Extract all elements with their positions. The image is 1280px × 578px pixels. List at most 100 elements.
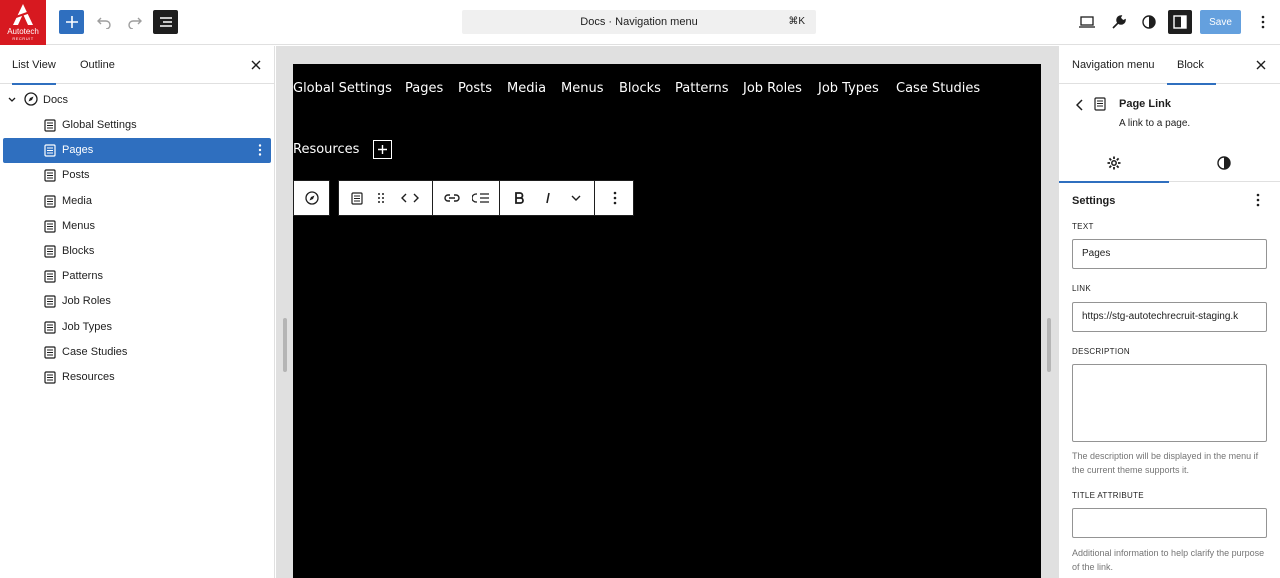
text-input[interactable]: Pages xyxy=(1072,239,1267,269)
settings-panel-title[interactable]: Settings xyxy=(1072,195,1115,207)
plus-icon xyxy=(378,145,387,154)
logo-brand-text: Autotech xyxy=(7,27,39,36)
view-button[interactable] xyxy=(1075,10,1099,34)
link-field-label: Link xyxy=(1072,284,1091,293)
tree-root-docs[interactable]: Docs xyxy=(0,88,275,112)
chevron-down-icon xyxy=(571,195,581,201)
tree-item-blocks[interactable]: Blocks xyxy=(3,239,271,264)
settings-sidebar: Navigation menu Block Page Link A link t… xyxy=(1058,46,1280,578)
tree-item-label: Menus xyxy=(62,219,96,232)
bold-button[interactable] xyxy=(504,181,534,215)
close-icon[interactable] xyxy=(248,57,264,73)
title-attribute-field-label: Title Attribute xyxy=(1072,491,1144,500)
tree-item-job-types[interactable]: Job Types xyxy=(3,315,271,340)
tree-item-media[interactable]: Media xyxy=(3,189,271,214)
block-card: Page Link A link to a page. xyxy=(1059,84,1280,132)
tab-list-view[interactable]: List View xyxy=(12,46,56,85)
resize-handle-left[interactable] xyxy=(283,318,287,372)
tree-item-pages[interactable]: Pages xyxy=(3,138,271,164)
tab-styles[interactable] xyxy=(1169,144,1279,182)
nav-link-job-roles[interactable]: Job Roles xyxy=(743,81,802,96)
tab-block[interactable]: Block xyxy=(1167,46,1216,85)
block-card-title: Page Link xyxy=(1119,98,1171,110)
redo-button[interactable] xyxy=(122,10,147,34)
tree-item-label: Blocks xyxy=(62,245,95,257)
site-logo[interactable]: Autotech RECRUIT xyxy=(0,0,46,45)
nav-link-media[interactable]: Media xyxy=(507,81,546,96)
drag-handle[interactable] xyxy=(366,181,396,215)
add-submenu-button[interactable] xyxy=(466,181,496,215)
page-icon xyxy=(44,169,56,182)
styles-button[interactable] xyxy=(1137,10,1161,34)
block-options-button[interactable] xyxy=(600,181,630,215)
tree-item-case-studies[interactable]: Case Studies xyxy=(3,340,271,365)
more-vertical-icon[interactable] xyxy=(253,143,267,157)
nav-link-case-studies[interactable]: Case Studies xyxy=(896,81,980,96)
nav-link-blocks[interactable]: Blocks xyxy=(619,81,661,96)
nav-link-global-settings[interactable]: Global Settings xyxy=(293,81,392,96)
resize-handle-right[interactable] xyxy=(1047,318,1051,372)
page-icon xyxy=(351,191,363,205)
link-button[interactable] xyxy=(437,181,467,215)
tree-item-label: Patterns xyxy=(62,270,103,283)
undo-button[interactable] xyxy=(91,10,116,34)
chevron-left-icon[interactable] xyxy=(1076,99,1084,111)
navigation-icon xyxy=(24,92,38,106)
page-icon xyxy=(44,270,56,283)
left-panel-tabs: List View Outline xyxy=(0,46,275,85)
add-nav-item-button[interactable] xyxy=(373,140,392,159)
nav-link-patterns[interactable]: Patterns xyxy=(675,81,729,96)
page-icon xyxy=(44,220,56,233)
more-vertical-icon xyxy=(613,191,617,205)
save-button[interactable]: Save xyxy=(1200,10,1241,34)
chevron-left-right-icon xyxy=(401,193,419,203)
block-inserter-button[interactable] xyxy=(59,10,84,34)
nav-link-menus[interactable]: Menus xyxy=(561,81,603,96)
tree-item-resources[interactable]: Resources xyxy=(3,365,271,390)
sidebar-icon xyxy=(1173,15,1187,29)
tree-item-menus[interactable]: Menus xyxy=(3,214,271,239)
tree-item-posts[interactable]: Posts xyxy=(3,163,271,188)
close-icon[interactable] xyxy=(1253,57,1269,73)
nav-link-resources[interactable]: Resources xyxy=(293,142,359,157)
command-bar[interactable]: Docs · Navigation menu ⌘K xyxy=(462,10,816,34)
tree-item-job-roles[interactable]: Job Roles xyxy=(3,289,271,314)
text-field-label: Text xyxy=(1072,222,1094,231)
tree-item-label: Job Types xyxy=(62,320,112,333)
toolbar-group-link xyxy=(433,181,500,215)
title-attribute-input[interactable] xyxy=(1072,508,1267,538)
tree-root-label: Docs xyxy=(43,94,69,106)
tree-item-label: Job Roles xyxy=(62,295,111,308)
tab-outline[interactable]: Outline xyxy=(80,46,115,84)
tree-item-global-settings[interactable]: Global Settings xyxy=(3,113,271,138)
settings-sidebar-toggle[interactable] xyxy=(1168,10,1192,34)
nav-link-job-types[interactable]: Job Types xyxy=(818,81,879,96)
italic-button[interactable] xyxy=(533,181,563,215)
move-button[interactable] xyxy=(395,181,425,215)
tools-button[interactable] xyxy=(1107,10,1131,34)
more-formats-button[interactable] xyxy=(561,181,591,215)
list-view-icon xyxy=(159,17,172,27)
page-icon xyxy=(1094,97,1106,111)
select-parent-button[interactable] xyxy=(297,181,327,215)
description-field-label: Description xyxy=(1072,347,1130,356)
tab-settings[interactable] xyxy=(1059,144,1169,183)
tree-item-patterns[interactable]: Patterns xyxy=(3,264,271,289)
link-input[interactable]: https://stg-autotechrecruit-staging.k xyxy=(1072,302,1267,332)
nav-link-pages[interactable]: Pages xyxy=(405,81,443,96)
tab-navigation-menu[interactable]: Navigation menu xyxy=(1072,46,1155,84)
toolbar-group-block xyxy=(339,181,433,215)
tree-item-label: Case Studies xyxy=(62,345,128,358)
more-vertical-icon[interactable] xyxy=(1251,193,1265,207)
document-overview-button[interactable] xyxy=(153,10,178,34)
link-icon xyxy=(444,194,460,202)
tree-item-label: Posts xyxy=(62,169,90,182)
chevron-down-icon[interactable] xyxy=(8,96,16,104)
nav-link-posts[interactable]: Posts xyxy=(458,81,492,96)
title-attribute-help-text: Additional information to help clarify t… xyxy=(1072,548,1265,572)
tree-item-label: Media xyxy=(62,194,92,207)
description-textarea[interactable] xyxy=(1072,364,1267,442)
redo-icon xyxy=(127,17,142,29)
parent-block-toolbar xyxy=(293,180,330,216)
options-button[interactable] xyxy=(1251,10,1275,34)
